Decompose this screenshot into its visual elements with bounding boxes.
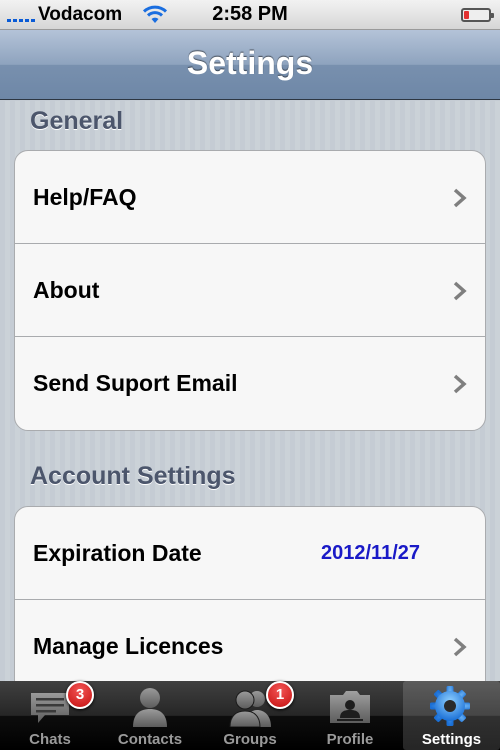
- navigation-bar: Settings: [0, 30, 500, 100]
- chevron-right-icon: [453, 188, 467, 208]
- tab-chats[interactable]: 3 Chats: [0, 681, 100, 750]
- battery-level: [464, 11, 470, 19]
- gear-icon: [430, 686, 470, 726]
- row-send-support-email[interactable]: Send Suport Email: [15, 337, 485, 430]
- section-header-account-settings: Account Settings: [30, 462, 236, 490]
- tab-bar: 3 Chats Contacts 1 Groups Profile Settin…: [0, 681, 500, 750]
- expiration-date-value: 2012/11/27: [321, 542, 420, 564]
- groups-badge: 1: [266, 681, 294, 709]
- status-bar: Vodacom 2:58 PM: [0, 0, 500, 30]
- row-label: Send Suport Email: [33, 370, 238, 396]
- group-general: Help/FAQ About Send Suport Email: [14, 150, 486, 431]
- tab-label: Profile: [326, 731, 374, 748]
- battery-icon: [461, 8, 494, 22]
- tab-label: Settings: [421, 731, 482, 748]
- profile-folder-icon: [330, 691, 370, 723]
- chevron-right-icon: [453, 281, 467, 301]
- chevron-right-icon: [453, 637, 467, 657]
- tab-contacts[interactable]: Contacts: [100, 681, 200, 750]
- settings-table[interactable]: General Help/FAQ About Send Suport Email…: [0, 101, 500, 681]
- row-label: Expiration Date: [33, 540, 202, 566]
- chats-badge: 3: [66, 681, 94, 709]
- tab-label: Chats: [29, 731, 71, 748]
- tab-label: Contacts: [117, 731, 183, 748]
- tab-groups[interactable]: 1 Groups: [200, 681, 300, 750]
- chevron-right-icon: [453, 374, 467, 394]
- row-label: About: [33, 277, 100, 303]
- tab-settings[interactable]: Settings: [403, 681, 500, 750]
- row-label: Manage Licences: [33, 633, 224, 659]
- tab-profile[interactable]: Profile: [300, 681, 400, 750]
- group-account-settings: Expiration Date 2012/11/27 Manage Licenc…: [14, 506, 486, 681]
- page-title: Settings: [186, 45, 314, 81]
- row-about[interactable]: About: [15, 244, 485, 337]
- group-icon: [229, 690, 271, 727]
- row-manage-licences[interactable]: Manage Licences: [15, 600, 485, 681]
- row-label: Help/FAQ: [33, 184, 137, 210]
- row-help-faq[interactable]: Help/FAQ: [15, 151, 485, 244]
- person-icon: [133, 688, 167, 727]
- tab-label: Groups: [223, 731, 277, 748]
- chat-bubble-icon: [31, 693, 69, 723]
- row-expiration-date[interactable]: Expiration Date 2012/11/27: [15, 507, 485, 600]
- status-time: 2:58 PM: [212, 3, 288, 25]
- section-header-general: General: [30, 107, 124, 135]
